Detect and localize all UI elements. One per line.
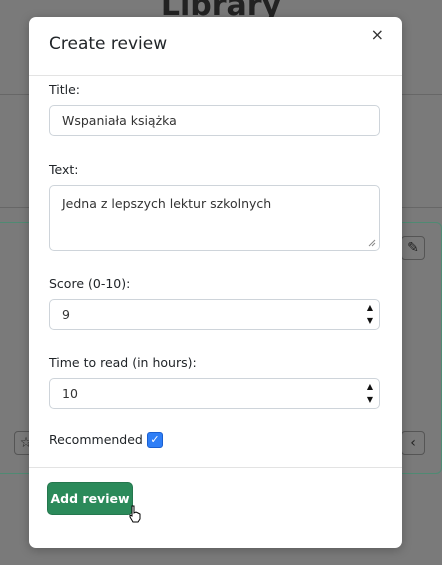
score-stepper[interactable]: ▲ ▼: [365, 303, 375, 326]
recommended-checkbox[interactable]: ✓: [147, 432, 163, 448]
text-textarea[interactable]: Jedna z lepszych lektur szkolnych: [49, 185, 380, 251]
score-input-value: 9: [62, 307, 70, 322]
edit-icon: ✎: [401, 236, 425, 260]
footer-divider: [29, 467, 402, 468]
title-input-value: Wspaniała książka: [62, 113, 177, 128]
add-review-button[interactable]: Add review: [47, 482, 133, 515]
score-label: Score (0-10):: [49, 276, 131, 291]
stepper-down-icon[interactable]: ▼: [367, 316, 373, 326]
hand-cursor-icon: [129, 505, 141, 523]
time-label: Time to read (in hours):: [49, 355, 197, 370]
time-input[interactable]: 10 ▲ ▼: [49, 378, 380, 409]
stepper-up-icon[interactable]: ▲: [367, 303, 373, 313]
chevron-left-icon: ‹: [401, 431, 425, 455]
resize-handle-icon[interactable]: [368, 239, 376, 247]
header-divider: [29, 75, 402, 76]
text-label: Text:: [49, 162, 79, 177]
close-button[interactable]: ×: [371, 27, 384, 43]
score-input[interactable]: 9 ▲ ▼: [49, 299, 380, 330]
text-textarea-value: Jedna z lepszych lektur szkolnych: [62, 196, 272, 211]
time-input-value: 10: [62, 386, 78, 401]
recommended-label: Recommended: [49, 432, 143, 447]
create-review-modal: Create review × Title: Wspaniała książka…: [29, 17, 402, 548]
title-input[interactable]: Wspaniała książka: [49, 105, 380, 136]
time-stepper[interactable]: ▲ ▼: [365, 382, 375, 405]
title-label: Title:: [49, 82, 80, 97]
stepper-up-icon[interactable]: ▲: [367, 382, 373, 392]
stepper-down-icon[interactable]: ▼: [367, 395, 373, 405]
modal-title: Create review: [49, 34, 168, 54]
